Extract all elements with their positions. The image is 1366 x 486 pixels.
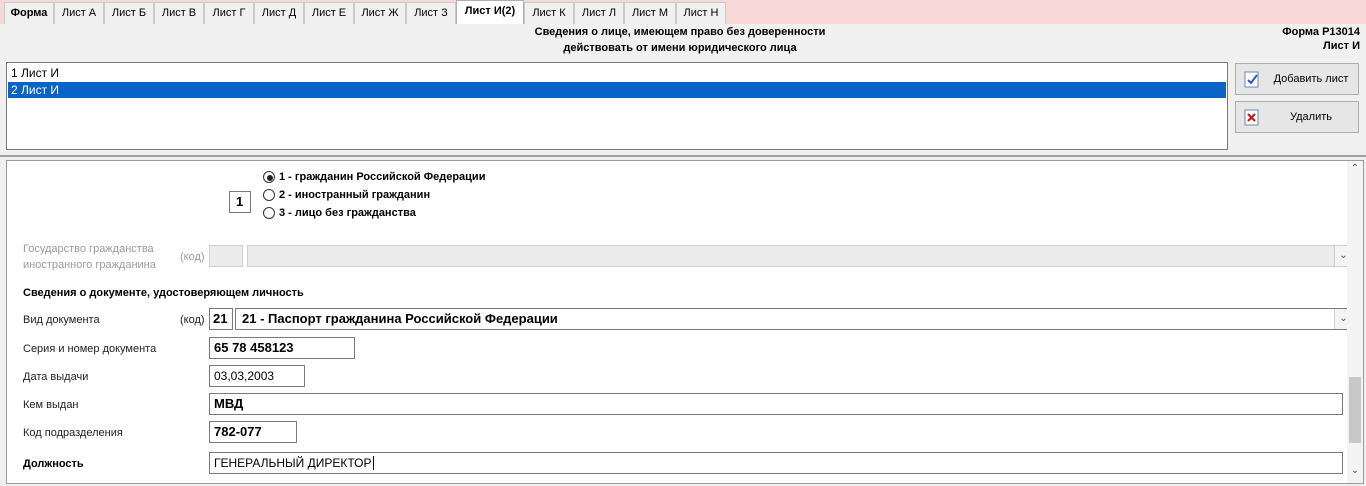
tab-list-l[interactable]: Лист Л [574, 2, 624, 24]
issuer-label: Кем выдан [23, 399, 79, 411]
radio-citizen-rf-label: 1 - гражданин Российской Федерации [279, 171, 486, 183]
tab-list-v[interactable]: Лист В [154, 2, 204, 24]
division-code-label: Код подразделения [23, 427, 123, 439]
add-sheet-label: Добавить лист [1273, 73, 1349, 85]
chevron-down-icon[interactable]: ⌄ [1347, 465, 1363, 479]
delete-sheet-label: Удалить [1290, 111, 1332, 123]
delete-sheet-button[interactable]: Удалить [1235, 101, 1359, 133]
series-label: Серия и номер документа [23, 343, 157, 355]
vertical-scrollbar[interactable]: ⌃ ⌄ [1347, 161, 1363, 483]
tab-forma[interactable]: Форма [4, 2, 54, 24]
list-item[interactable]: 1 Лист И [8, 65, 1226, 81]
tab-list-g[interactable]: Лист Г [204, 2, 254, 24]
foreign-state-select[interactable]: ⌄ [247, 245, 1353, 267]
tab-list-b[interactable]: Лист Б [104, 2, 154, 24]
radio-foreign-citizen[interactable] [263, 189, 275, 201]
radio-citizen-rf[interactable] [263, 171, 275, 183]
form-panel: 1 1 - гражданин Российской Федерации 2 -… [6, 160, 1364, 484]
foreign-state-code-input[interactable] [209, 245, 243, 267]
issue-date-label: Дата выдачи [23, 371, 89, 383]
sheets-list[interactable]: 1 Лист И 2 Лист И [6, 62, 1228, 150]
position-value: ГЕНЕРАЛЬНЫЙ ДИРЕКТОР [214, 456, 372, 470]
doc-type-code-input[interactable]: 21 [209, 308, 233, 330]
form-code: Форма Р13014 [1282, 26, 1360, 38]
radio-stateless-label: 3 - лицо без гражданства [279, 207, 416, 219]
division-code-input[interactable]: 782-077 [209, 421, 297, 443]
tab-list-m[interactable]: Лист М [624, 2, 676, 24]
foreign-state-label-1: Государство гражданства [23, 243, 154, 255]
document-section-title: Сведения о документе, удостоверяющем лич… [23, 287, 304, 299]
tab-list-e[interactable]: Лист Е [304, 2, 354, 24]
tab-list-a[interactable]: Лист А [54, 2, 104, 24]
page-title-line1: Сведения о лице, имеющем право без довер… [534, 26, 826, 38]
tab-list-k[interactable]: Лист К [524, 2, 574, 24]
radio-stateless[interactable] [263, 207, 275, 219]
citizenship-code[interactable]: 1 [229, 191, 251, 213]
tab-list-d[interactable]: Лист Д [254, 2, 304, 24]
splitter[interactable] [0, 155, 1366, 157]
doc-type-value: 21 - Паспорт гражданина Российской Федер… [242, 311, 558, 326]
radio-foreign-citizen-label: 2 - иностранный гражданин [279, 189, 431, 201]
page-title-line2: действовать от имени юридического лица [563, 42, 797, 54]
position-input[interactable]: ГЕНЕРАЛЬНЫЙ ДИРЕКТОР [209, 452, 1343, 474]
series-input[interactable]: 65 78 458123 [209, 337, 355, 359]
doc-type-select[interactable]: 21 - Паспорт гражданина Российской Федер… [235, 308, 1353, 330]
scrollbar-thumb[interactable] [1349, 377, 1361, 443]
position-label: Должность [23, 458, 84, 470]
foreign-state-label-2: иностранного гражданина [23, 259, 156, 271]
tab-strip: Форма Лист А Лист Б Лист В Лист Г Лист Д… [0, 0, 1366, 24]
issuer-input[interactable]: МВД [209, 393, 1343, 415]
document-check-icon [1244, 71, 1260, 88]
sheet-label: Лист И [1323, 40, 1360, 52]
issue-date-input[interactable]: 03,03,2003 [209, 365, 305, 387]
tab-list-zh[interactable]: Лист Ж [354, 2, 406, 24]
doc-type-label: Вид документа [23, 314, 100, 326]
chevron-up-icon[interactable]: ⌃ [1347, 163, 1363, 177]
document-delete-icon [1244, 109, 1260, 126]
tab-list-z[interactable]: Лист З [406, 2, 456, 24]
list-item-selected[interactable]: 2 Лист И [8, 82, 1226, 98]
tab-list-i[interactable]: Лист И(2) [456, 0, 524, 24]
text-cursor [372, 456, 374, 470]
tab-list-n[interactable]: Лист Н [676, 2, 726, 24]
add-sheet-button[interactable]: Добавить лист [1235, 63, 1359, 95]
